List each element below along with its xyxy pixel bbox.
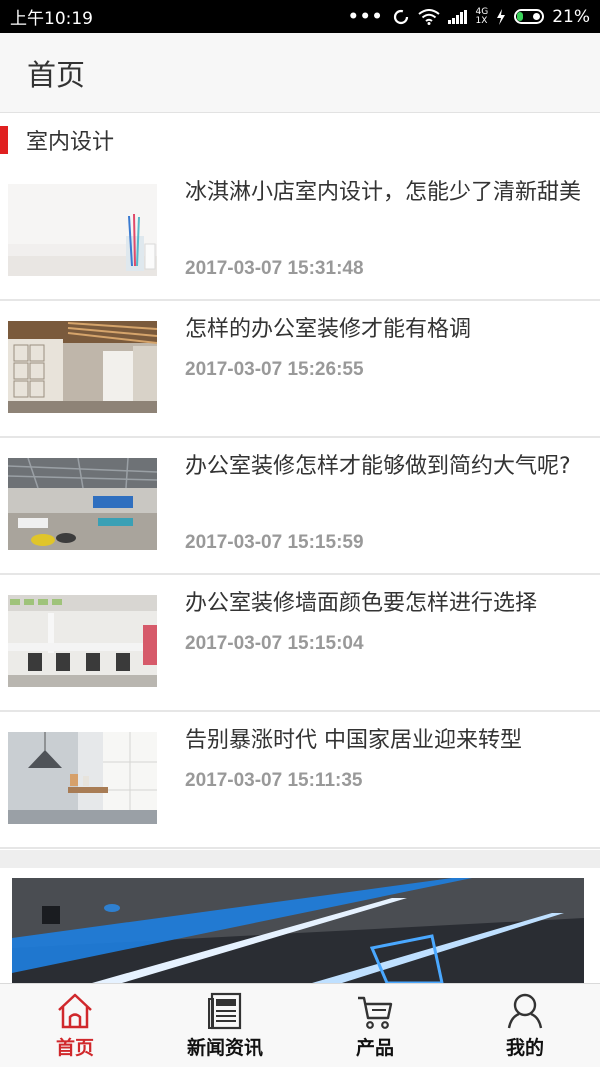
article-thumbnail [8,321,157,413]
battery-level [517,12,523,21]
user-icon [507,993,543,1029]
article-date: 2017-03-07 15:11:35 [185,770,363,791]
wifi-icon [417,8,440,25]
tab-home-label: 首页 [55,1037,94,1059]
article-date: 2017-03-07 15:15:04 [185,633,364,654]
status-time: 上午10:19 [10,9,93,29]
home-icon [58,993,92,1029]
list-item[interactable]: 怎样的办公室装修才能有格调 2017-03-07 15:26:55 [0,301,600,438]
list-item[interactable]: 办公室装修墙面颜色要怎样进行选择 2017-03-07 15:15:04 [0,575,600,712]
tab-products[interactable]: 产品 [300,984,450,1067]
tab-products-label: 产品 [355,1037,394,1059]
article-date: 2017-03-07 15:15:59 [185,532,364,553]
section-header: 室内设计 [0,114,600,166]
signal-icon [447,9,467,24]
battery-icon [514,9,545,24]
banner-image[interactable] [12,878,584,983]
article-title: 冰淇淋小店室内设计，怎能少了清新甜美 [185,180,582,205]
cart-icon [358,996,393,1029]
bottom-tab-bar: 首页 新闻资讯 产品 我的 [0,983,600,1067]
list-item[interactable]: 办公室装修怎样才能够做到简约大气呢? 2017-03-07 15:15:59 [0,438,600,575]
status-icons: ••• 4G 1X 21% [348,7,590,27]
article-thumbnail [8,184,157,276]
tab-profile[interactable]: 我的 [450,984,600,1067]
status-bar: 上午10:19 ••• 4G 1X 21% [0,0,600,33]
section-marker [0,126,8,154]
tab-home[interactable]: 首页 [0,984,150,1067]
battery-percent: 21% [552,6,590,27]
network-type: 4G 1X [475,6,489,26]
tab-news[interactable]: 新闻资讯 [150,984,300,1067]
article-date: 2017-03-07 15:31:48 [185,258,364,279]
article-title: 办公室装修怎样才能够做到简约大气呢? [185,454,571,479]
news-icon [208,992,242,1030]
sync-icon [393,9,408,24]
tab-news-label: 新闻资讯 [186,1037,263,1059]
tab-profile-label: 我的 [505,1037,544,1059]
section-divider [0,850,600,868]
article-thumbnail [8,732,157,824]
article-thumbnail [8,595,157,687]
article-date: 2017-03-07 15:26:55 [185,359,364,380]
article-title: 怎样的办公室装修才能有格调 [185,317,472,342]
article-thumbnail [8,458,157,550]
app-header: 首页 [0,33,600,113]
list-item[interactable]: 冰淇淋小店室内设计，怎能少了清新甜美 2017-03-07 15:31:48 [0,164,600,301]
list-item[interactable]: 告别暴涨时代 中国家居业迎来转型 2017-03-07 15:11:35 [0,712,600,849]
article-title: 告别暴涨时代 中国家居业迎来转型 [185,728,522,753]
notification-dots: ••• [347,6,384,27]
section-title: 室内设计 [26,130,115,155]
charging-icon [497,8,506,25]
page-title: 首页 [27,57,86,92]
article-title: 办公室装修墙面颜色要怎样进行选择 [185,591,538,616]
